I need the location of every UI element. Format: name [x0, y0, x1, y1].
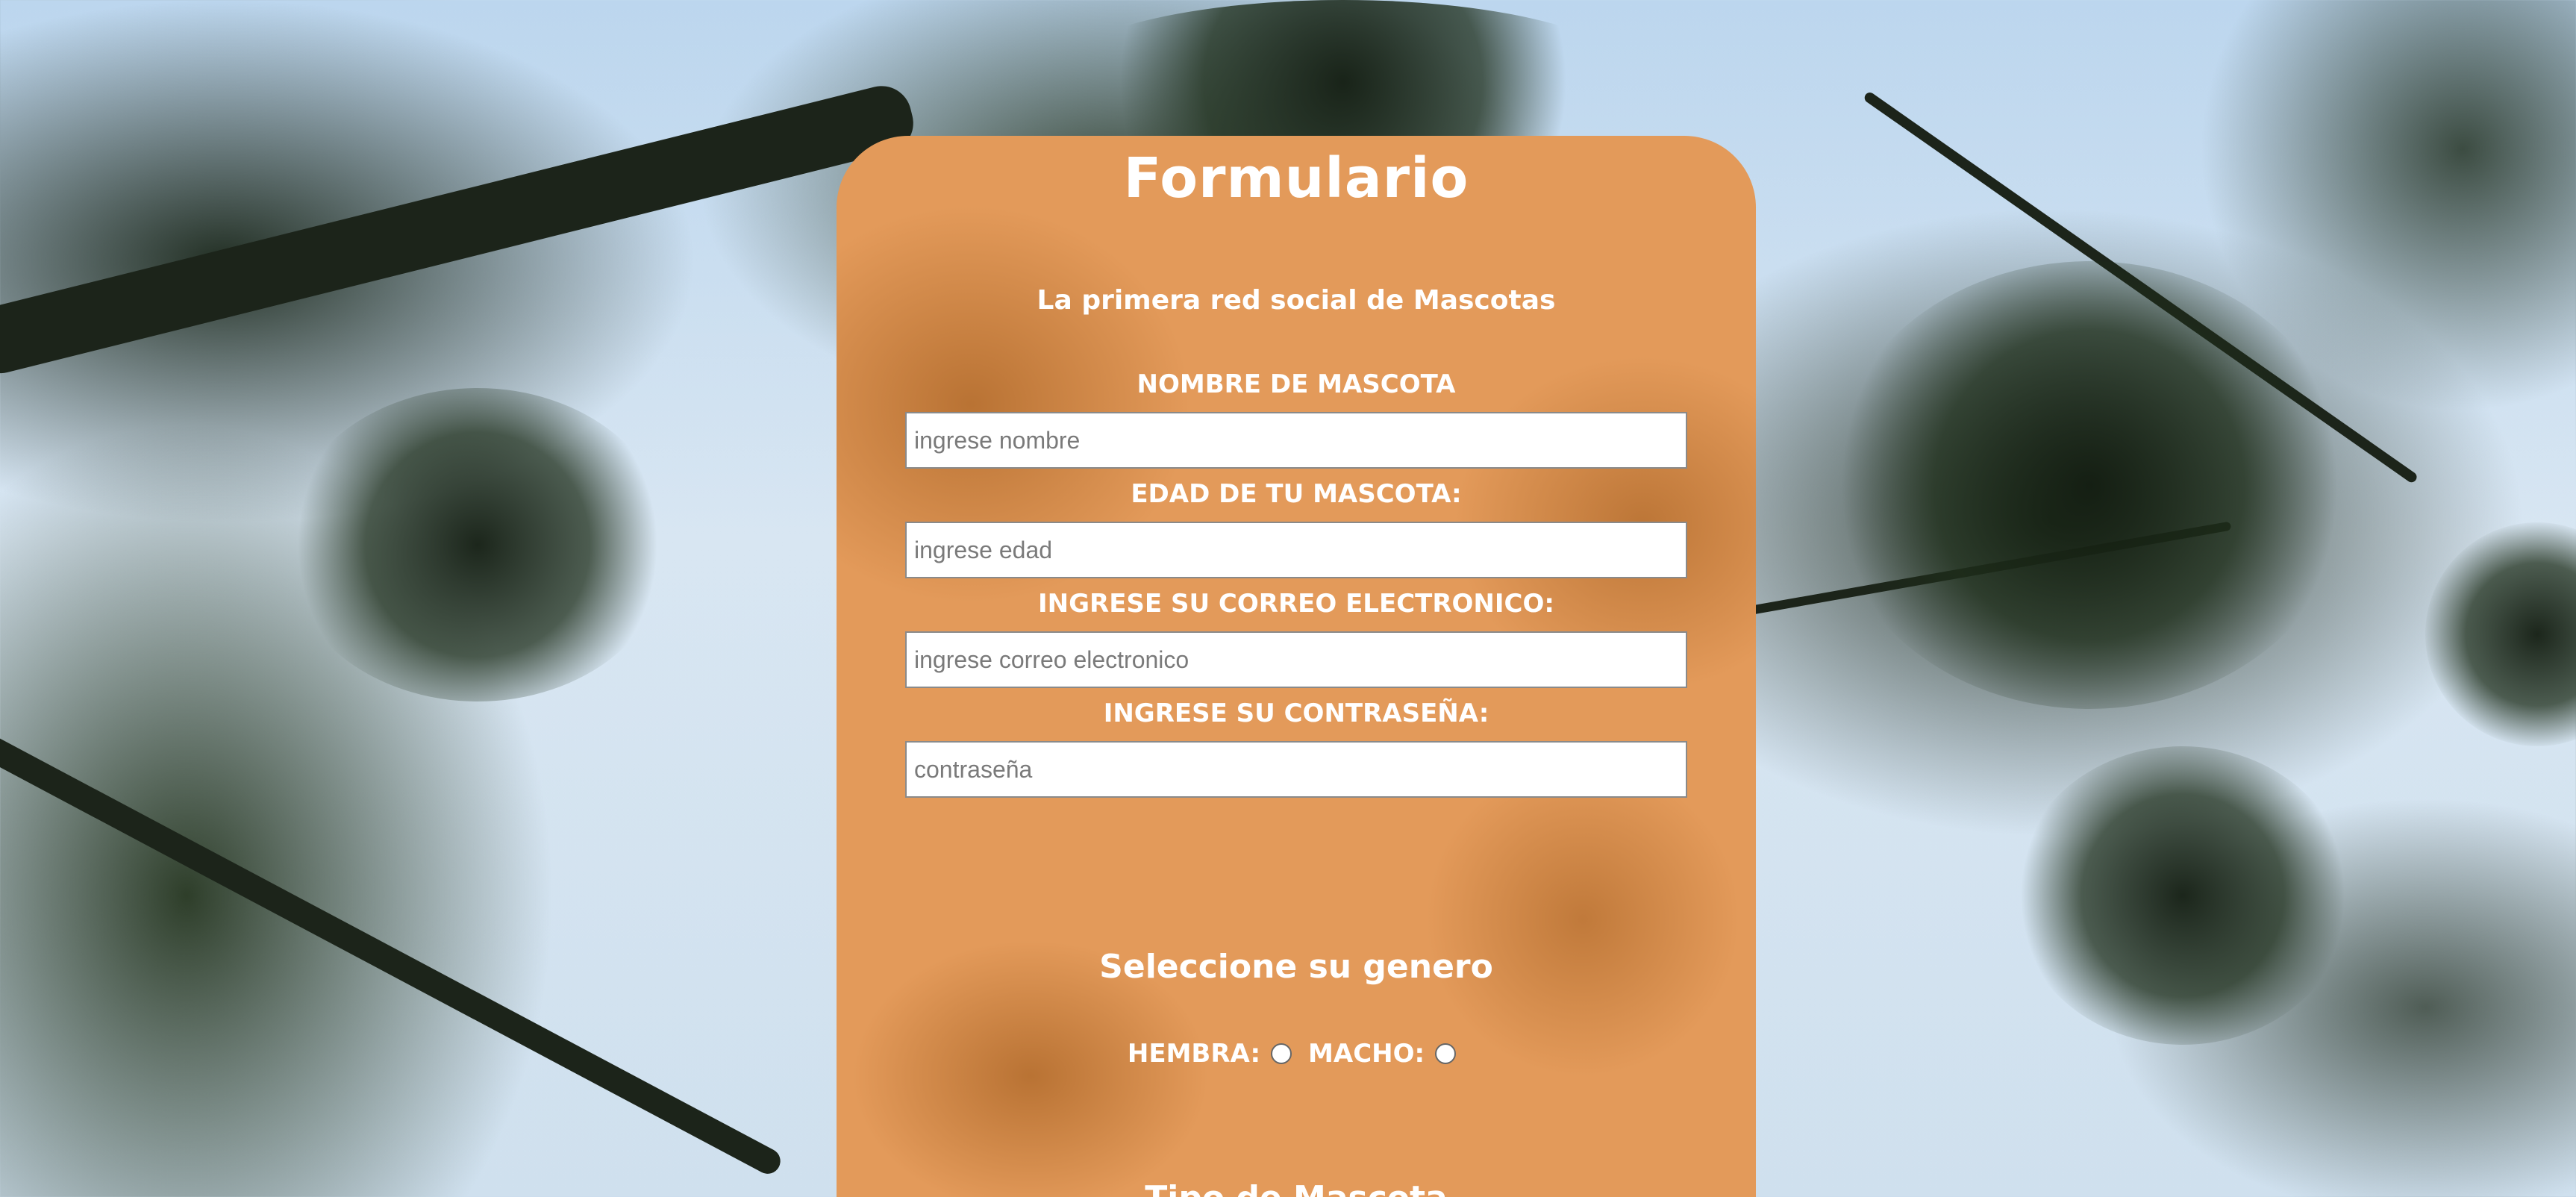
pet-name-label: NOMBRE DE MASCOTA — [1137, 369, 1456, 399]
pet-age-label: EDAD DE TU MASCOTA: — [1131, 479, 1462, 509]
female-label: HEMBRA: — [1127, 1039, 1261, 1069]
registration-form: Formulario La primera red social de Masc… — [837, 136, 1756, 1197]
tree-branch — [0, 717, 785, 1178]
gender-options: HEMBRA: MACHO: — [837, 1039, 1756, 1069]
tree-branch — [0, 79, 920, 380]
form-subtitle: La primera red social de Mascotas — [1037, 285, 1556, 316]
female-radio[interactable] — [1271, 1043, 1292, 1064]
gender-section-title: Seleccione su genero — [1099, 948, 1493, 986]
pet-type-heading: Tipo de Mascota — [837, 1179, 1756, 1197]
foliage — [2425, 522, 2576, 746]
pet-name-input[interactable] — [905, 412, 1687, 469]
male-radio[interactable] — [1435, 1043, 1457, 1064]
password-input[interactable] — [905, 741, 1687, 798]
foliage — [284, 388, 672, 701]
password-label: INGRESE SU CONTRASEÑA: — [1103, 698, 1489, 728]
foliage — [1828, 261, 2351, 709]
email-label: INGRESE SU CORREO ELECTRONICO: — [1038, 589, 1554, 619]
form-title: Formulario — [1123, 146, 1469, 210]
foliage — [2015, 746, 2351, 1045]
pet-age-input[interactable] — [905, 522, 1687, 578]
email-input[interactable] — [905, 631, 1687, 688]
male-label: MACHO: — [1308, 1039, 1425, 1069]
